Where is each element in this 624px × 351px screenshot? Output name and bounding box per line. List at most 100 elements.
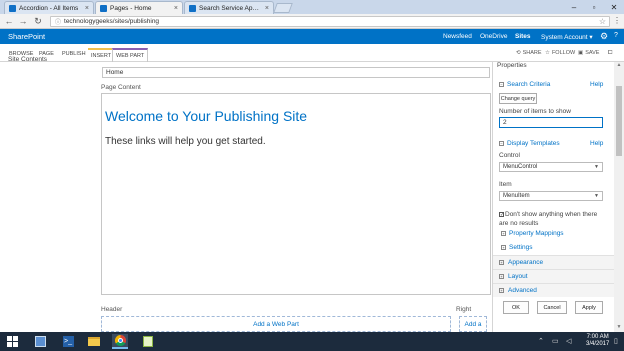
display-templates-label: Display Templates — [507, 140, 560, 147]
new-tab-button[interactable] — [273, 3, 293, 13]
volume-icon[interactable]: ◁ — [566, 337, 571, 345]
leftnav-site-contents[interactable]: Site Contents — [8, 56, 47, 63]
focus-icon[interactable]: ⧠ — [608, 50, 612, 57]
clock-date: 3/4/2017 — [586, 341, 610, 347]
windows-start-icon[interactable] — [4, 334, 20, 349]
help-link[interactable]: Help — [590, 140, 603, 147]
no-results-checkbox[interactable]: ✓Don't show anything when there are no r… — [499, 210, 607, 228]
apply-button[interactable]: Apply — [575, 301, 603, 314]
browser-tab-strip: Accordion - All Items × Pages - Home × S… — [0, 0, 624, 14]
share-button[interactable]: ⟲ SHARE — [516, 50, 542, 56]
browser-tab-search-service[interactable]: Search Service Applicati × — [184, 1, 274, 14]
follow-button[interactable]: ☆ FOLLOW — [545, 50, 575, 56]
bookmark-star-icon[interactable]: ☆ — [599, 17, 606, 26]
gear-icon[interactable]: ⚙ — [600, 31, 608, 42]
scroll-thumb[interactable] — [616, 86, 622, 156]
zone-right-label: Right — [456, 306, 472, 313]
appearance-section[interactable]: + Appearance — [493, 255, 615, 269]
url-text: technologygeeks/sites/publishing — [64, 18, 160, 25]
settings-section[interactable]: + Settings — [501, 244, 533, 251]
tray-chevron-icon[interactable]: ⌃ — [538, 337, 544, 345]
windows-taskbar: >_ ⌃ ▭ ◁ 7:00 AM 3/4/2017 ▯ — [0, 332, 624, 351]
scroll-up-icon[interactable]: ▲ — [614, 62, 624, 70]
property-mappings-section[interactable]: + Property Mappings — [501, 230, 564, 237]
advanced-section[interactable]: + Advanced — [493, 283, 615, 297]
main-content: Home Page Content Welcome to Your Publis… — [100, 62, 492, 332]
expand-icon: + — [501, 231, 506, 236]
address-bar-row: ← → ↻ ⓘ technologygeeks/sites/publishing… — [0, 14, 624, 29]
ribbon-tab-web-part[interactable]: WEB PART — [112, 48, 149, 62]
advanced-label: Advanced — [508, 287, 537, 294]
layout-section[interactable]: + Layout — [493, 269, 615, 283]
no-results-label: Don't show anything when there are no re… — [499, 211, 598, 227]
browser-tab-accordion[interactable]: Accordion - All Items × — [4, 1, 94, 14]
chevron-down-icon: ▼ — [594, 164, 599, 170]
chrome-icon[interactable] — [112, 334, 128, 349]
help-link[interactable]: Help — [590, 81, 603, 88]
system-clock[interactable]: 7:00 AM 3/4/2017 — [586, 334, 609, 348]
close-icon[interactable]: × — [265, 5, 269, 12]
sharepoint-favicon-icon — [9, 4, 16, 12]
item-label: Item — [499, 181, 512, 188]
file-explorer-icon[interactable] — [86, 334, 102, 349]
browser-menu-icon[interactable]: ⋮ — [613, 16, 621, 25]
save-button[interactable]: ▣ SAVE — [578, 50, 599, 56]
sharepoint-favicon-icon — [189, 4, 196, 12]
back-icon[interactable]: ← — [3, 15, 15, 27]
sharepoint-favicon-icon — [100, 4, 107, 12]
save-icon: ▣ — [578, 50, 584, 56]
maximize-icon[interactable]: ▫ — [584, 0, 604, 14]
sharepoint-brand[interactable]: SharePoint — [8, 32, 45, 41]
settings-label: Settings — [509, 244, 533, 251]
search-criteria-section[interactable]: − Search Criteria — [499, 81, 550, 88]
collapse-icon: − — [499, 141, 504, 146]
items-to-show-input[interactable]: 2 — [499, 117, 603, 128]
ribbon: BROWSE PAGE PUBLISH INSERT WEB PART ⟲ SHA… — [0, 44, 624, 62]
page-content-editor[interactable]: Welcome to Your Publishing Site These li… — [101, 93, 491, 295]
ok-button[interactable]: OK — [503, 301, 529, 314]
control-label: Control — [499, 152, 520, 159]
suite-link-newsfeed[interactable]: Newsfeed — [443, 33, 472, 40]
ribbon-tab-insert[interactable]: INSERT — [88, 48, 115, 62]
forward-icon[interactable]: → — [17, 15, 29, 27]
add-web-part-header[interactable]: Add a Web Part — [101, 316, 451, 332]
follow-label: FOLLOW — [551, 50, 576, 56]
help-icon[interactable]: ? — [614, 32, 618, 39]
cancel-button[interactable]: Cancel — [537, 301, 567, 314]
notepad-icon[interactable] — [140, 334, 156, 349]
expand-icon: + — [499, 274, 504, 279]
ribbon-tab-publish[interactable]: PUBLISH — [59, 48, 89, 62]
notifications-icon[interactable]: ▯ — [614, 337, 618, 345]
page-info-icon[interactable]: ⓘ — [55, 17, 61, 26]
display-templates-section[interactable]: − Display Templates — [499, 140, 560, 147]
server-manager-icon[interactable] — [32, 334, 48, 349]
appearance-label: Appearance — [508, 259, 544, 266]
add-web-part-right[interactable]: Add a — [459, 316, 487, 332]
property-mappings-label: Property Mappings — [509, 230, 564, 237]
items-to-show-label: Number of items to show — [499, 108, 571, 115]
reload-icon[interactable]: ↻ — [32, 15, 44, 27]
control-select[interactable]: MenuControl ▼ — [499, 162, 603, 172]
title-input[interactable]: Home — [102, 67, 490, 78]
page-scrollbar[interactable]: ▲ ▼ — [614, 62, 624, 332]
page-content-label: Page Content — [101, 84, 141, 91]
change-query-button[interactable]: Change query — [499, 93, 537, 104]
suite-link-onedrive[interactable]: OneDrive — [480, 33, 507, 40]
close-icon[interactable]: × — [85, 5, 89, 12]
account-menu[interactable]: System Account ▾ — [541, 33, 593, 41]
close-icon[interactable]: × — [174, 5, 178, 12]
url-input[interactable]: ⓘ technologygeeks/sites/publishing ☆ — [50, 16, 610, 27]
share-label: SHARE — [522, 50, 542, 56]
powershell-icon[interactable]: >_ — [60, 334, 76, 349]
scroll-down-icon[interactable]: ▼ — [614, 324, 624, 332]
sharepoint-suite-bar: SharePoint Newsfeed OneDrive Sites Syste… — [0, 29, 624, 44]
network-icon[interactable]: ▭ — [552, 337, 559, 345]
checkbox-checked-icon[interactable]: ✓ — [499, 211, 504, 217]
suite-link-sites[interactable]: Sites — [515, 33, 531, 40]
item-select[interactable]: MenuItem ▼ — [499, 191, 603, 201]
clock-time: 7:00 AM — [586, 334, 609, 340]
browser-tab-pages-home[interactable]: Pages - Home × — [95, 1, 183, 14]
minimize-icon[interactable]: – — [564, 0, 584, 14]
collapse-icon: − — [499, 82, 504, 87]
window-close-icon[interactable]: ✕ — [604, 0, 624, 14]
